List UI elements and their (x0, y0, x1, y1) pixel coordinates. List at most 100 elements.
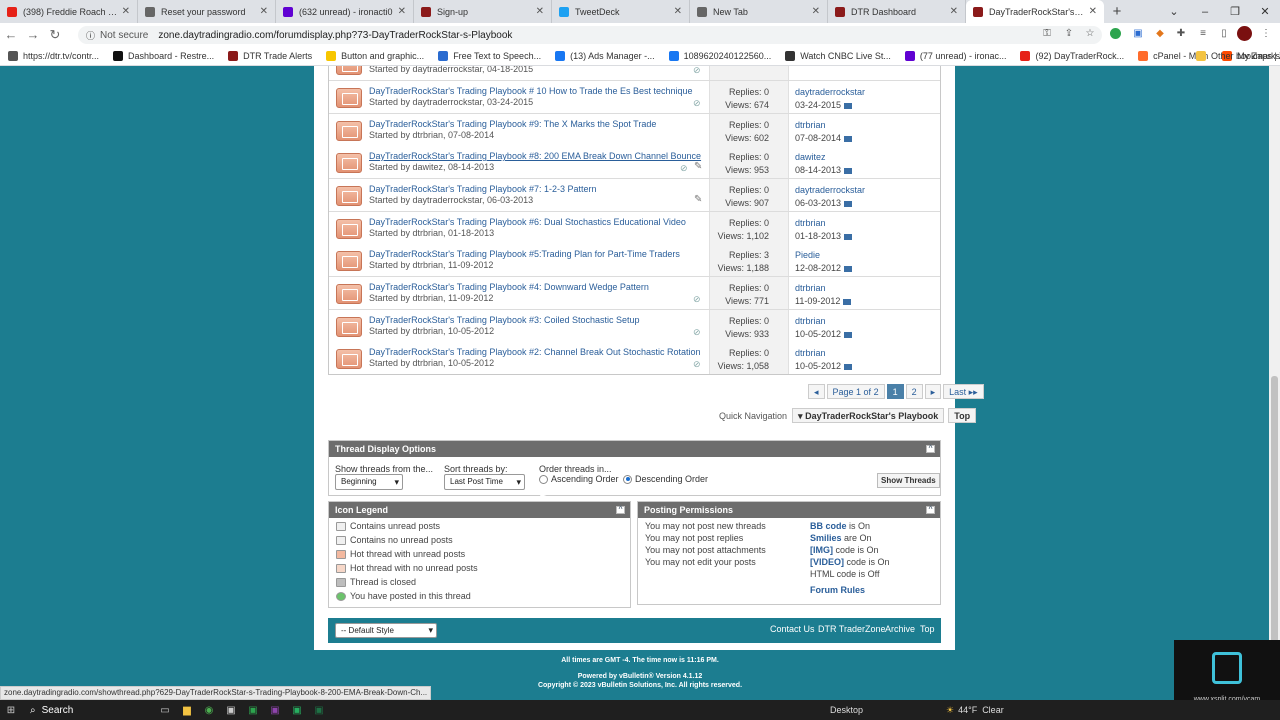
share-icon[interactable]: ⇪ (1062, 27, 1076, 41)
minimize-button[interactable]: – (1190, 0, 1220, 23)
go-to-last-post-icon[interactable] (844, 200, 853, 207)
browser-tab[interactable]: New Tab ✕ (690, 0, 828, 23)
thread-title-link[interactable]: DayTraderRockStar's Trading Playbook #6:… (369, 217, 686, 227)
last-post-user[interactable]: dtrbrian (795, 120, 852, 130)
back-icon[interactable]: ← (0, 27, 22, 42)
last-post-user[interactable]: dtrbrian (795, 316, 852, 326)
traderzone-link[interactable]: DTR TraderZone (818, 624, 886, 634)
browser-tab[interactable]: (632 unread) - ironacti0 ✕ (276, 0, 414, 23)
last-post-user[interactable]: dtrbrian (795, 218, 852, 228)
close-tab-icon[interactable]: ✕ (260, 6, 268, 17)
bookmark-item[interactable]: Dashboard - Restre... (113, 50, 214, 61)
collapse-icon[interactable]: ^ (926, 506, 935, 514)
bookmark-item[interactable]: https://dtr.tv/contr... (8, 50, 99, 61)
app-icon[interactable]: ▣ (220, 700, 242, 720)
thread-title-link[interactable]: DayTraderRockStar's Trading Playbook #9:… (369, 119, 656, 129)
permission-key-link[interactable]: Smilies (810, 533, 842, 543)
file-explorer-icon[interactable]: ▆ (176, 700, 198, 720)
go-to-last-post-icon[interactable] (844, 265, 853, 272)
last-post-user[interactable]: dawitez (795, 152, 852, 162)
contact-us-link[interactable]: Contact Us (770, 624, 815, 634)
descending-radio[interactable]: Descending Order (623, 474, 708, 484)
page-2-button[interactable]: 2 (905, 384, 923, 399)
thread-title-link[interactable]: DayTraderRockStar's Trading Playbook # 1… (369, 86, 693, 96)
ascending-radio[interactable]: Ascending Order (539, 474, 619, 484)
url-text[interactable]: zone.daytradingradio.com/forumdisplay.ph… (158, 30, 512, 41)
collapse-icon[interactable]: ^ (926, 445, 935, 453)
app-icon[interactable]: ▣ (286, 700, 308, 720)
go-to-last-post-icon[interactable] (844, 331, 853, 338)
radio-circle[interactable] (539, 474, 548, 484)
close-tab-icon[interactable]: ✕ (1089, 6, 1097, 17)
quick-nav-select[interactable]: ▾ DayTraderRockStar's Playbook (792, 408, 945, 423)
app-icon[interactable]: ▣ (264, 700, 286, 720)
close-tab-icon[interactable]: ✕ (122, 6, 130, 17)
task-view-icon[interactable]: ▭ (154, 700, 176, 720)
chrome-icon[interactable]: ◉ (198, 700, 220, 720)
key-icon[interactable]: ⚿ (1040, 27, 1054, 41)
thread-title-link[interactable]: DayTraderRockStar's Trading Playbook #8:… (369, 151, 701, 161)
style-select[interactable]: -- Default Style (335, 623, 437, 638)
page-1-button[interactable]: 1 (886, 384, 904, 399)
go-to-last-post-icon[interactable] (843, 298, 852, 305)
extensions-puzzle-icon[interactable]: ✚ (1174, 27, 1188, 41)
last-post-user[interactable]: Piedie (795, 250, 852, 260)
extension-icon[interactable] (1110, 28, 1121, 39)
permission-key-link[interactable]: [IMG] (810, 545, 833, 555)
close-tab-icon[interactable]: ✕ (812, 6, 820, 17)
show-threads-button[interactable]: Show Threads (877, 473, 940, 488)
bookmark-star-icon[interactable]: ☆ (1083, 27, 1097, 41)
sort-threads-select[interactable]: Last Post Time (444, 474, 525, 490)
close-tab-icon[interactable]: ✕ (536, 6, 544, 17)
excel-icon[interactable]: ▣ (308, 700, 330, 720)
go-to-last-post-icon[interactable] (844, 102, 853, 109)
browser-tab[interactable]: Reset your password ✕ (138, 0, 276, 23)
next-page-button[interactable]: ▸ (924, 384, 942, 399)
browser-tab[interactable]: TweetDeck ✕ (552, 0, 690, 23)
last-post-user[interactable]: dtrbrian (795, 348, 852, 358)
reload-icon[interactable]: ↻ (44, 27, 66, 43)
browser-tab[interactable]: DayTraderRockStar's Playb ✕ (966, 0, 1104, 23)
omnibox[interactable]: ⓘ Not secure zone.daytradingradio.com/fo… (78, 26, 1102, 44)
bookmark-item[interactable]: (77 unread) - ironac... (904, 50, 1006, 61)
top-button[interactable]: Top (948, 408, 977, 423)
bookmark-item[interactable]: 1089620240122560... (668, 50, 771, 61)
close-tab-icon[interactable]: ✕ (398, 6, 406, 17)
close-tab-icon[interactable]: ✕ (950, 6, 958, 17)
top-link[interactable]: Top (920, 624, 935, 634)
forward-icon[interactable]: → (22, 27, 44, 42)
desktop-toolbar[interactable]: Desktop (830, 700, 863, 720)
close-tab-icon[interactable]: ✕ (674, 6, 682, 17)
last-post-user[interactable]: daytraderrockstar (795, 87, 865, 97)
side-panel-icon[interactable]: ▯ (1217, 27, 1231, 41)
bookmark-item[interactable]: (92) DayTraderRock... (1020, 50, 1124, 61)
maximize-button[interactable]: ❐ (1220, 0, 1250, 23)
thread-title-link[interactable]: DayTraderRockStar's Trading Playbook #3:… (369, 315, 640, 325)
page-of-label[interactable]: Page 1 of 2 (826, 384, 885, 399)
go-to-last-post-icon[interactable] (844, 167, 853, 174)
permission-key-link[interactable]: [VIDEO] (810, 557, 844, 567)
bookmark-item[interactable]: Button and graphic... (326, 50, 424, 61)
thread-title-link[interactable]: DayTraderRockStar's Trading Playbook #4:… (369, 282, 649, 292)
menu-kebab-icon[interactable]: ⋮ (1259, 27, 1273, 41)
other-bookmarks[interactable]: Other bookmarks (1196, 50, 1280, 61)
app-icon[interactable]: ▣ (242, 700, 264, 720)
go-to-last-post-icon[interactable] (844, 363, 853, 370)
go-to-last-post-icon[interactable] (844, 135, 853, 142)
metamask-icon[interactable]: ◆ (1153, 27, 1167, 41)
weather-widget[interactable]: ☀ 44°F Clear (946, 700, 1004, 720)
media-icon[interactable]: ≡ (1196, 27, 1210, 41)
show-threads-select[interactable]: Beginning (335, 474, 403, 490)
collapse-icon[interactable]: ^ (616, 506, 625, 514)
browser-tab[interactable]: Sign-up ✕ (414, 0, 552, 23)
radio-circle-selected[interactable] (623, 474, 632, 484)
prev-page-button[interactable]: ◂ (808, 384, 825, 399)
new-tab-button[interactable]: + (1104, 0, 1130, 23)
last-post-user[interactable]: daytraderrockstar (795, 185, 865, 195)
last-post-user[interactable]: dtrbrian (795, 283, 851, 293)
windows-start-icon[interactable]: ⊞ (0, 700, 22, 720)
thread-title-link[interactable]: DayTraderRockStar's Trading Playbook #5:… (369, 249, 680, 259)
archive-link[interactable]: Archive (885, 624, 915, 634)
browser-tab[interactable]: DTR Dashboard ✕ (828, 0, 966, 23)
forum-rules-link[interactable]: Forum Rules (810, 585, 865, 595)
